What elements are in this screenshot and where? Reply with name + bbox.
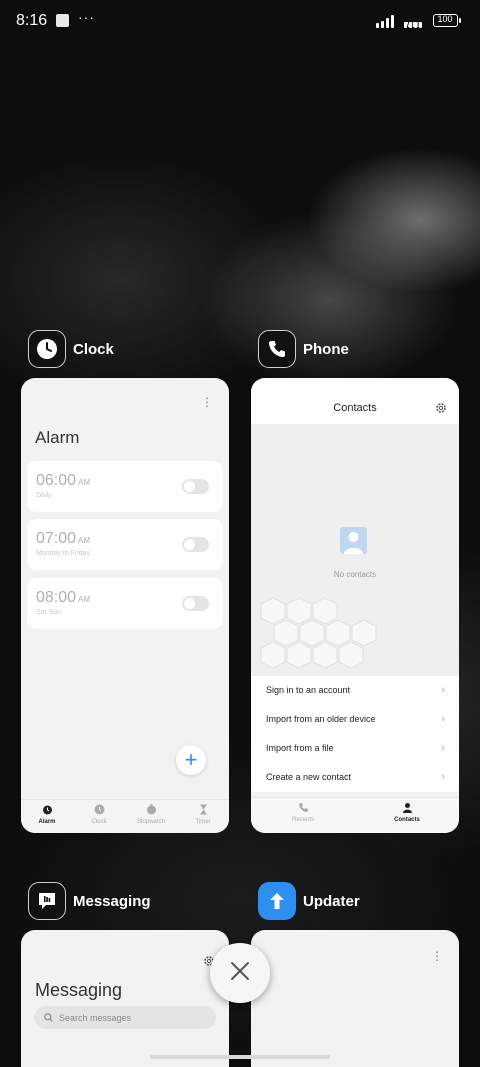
signal-icon xyxy=(376,14,394,28)
chevron-right-icon: › xyxy=(441,684,445,696)
contacts-actions: Sign in to an account › Import from an ol… xyxy=(251,676,459,792)
messaging-card-header[interactable]: Messaging xyxy=(28,882,151,920)
updater-card[interactable]: ⋮ xyxy=(251,930,459,1067)
alarm-repeat: Monday to Friday xyxy=(36,550,91,557)
status-time: 8:16 xyxy=(16,12,48,29)
close-icon xyxy=(230,961,250,986)
phone-bottom-nav: Recents Contacts xyxy=(251,797,459,833)
alarm-toggle[interactable] xyxy=(182,537,209,552)
notification-icon xyxy=(56,14,69,27)
import-file-item[interactable]: Import from a file › xyxy=(251,734,459,763)
more-menu-icon[interactable]: ⋮ xyxy=(201,396,213,408)
chevron-right-icon: › xyxy=(441,742,445,754)
search-placeholder: Search messages xyxy=(59,1012,132,1023)
contacts-header: Contacts xyxy=(251,378,459,424)
messaging-title: Messaging xyxy=(35,980,123,1000)
no-contacts-text: No contacts xyxy=(333,570,377,579)
nav-clock[interactable]: Clock xyxy=(73,800,125,833)
alarm-item[interactable]: 07:00 AM Monday to Friday xyxy=(27,519,223,570)
more-menu-icon[interactable]: ⋮ xyxy=(431,950,443,962)
alarm-toggle[interactable] xyxy=(182,479,209,494)
wifi-label: WIFI xyxy=(404,22,419,29)
battery-level: 100 xyxy=(437,14,453,24)
search-messages-input[interactable]: Search messages xyxy=(34,1006,216,1029)
phone-recents-icon xyxy=(298,802,309,813)
add-alarm-button[interactable]: + xyxy=(176,745,206,775)
updater-app-name: Updater xyxy=(303,892,360,910)
alarm-repeat: Sat Sun xyxy=(36,609,61,616)
alarm-icon xyxy=(42,804,53,815)
phone-card[interactable]: Contacts No contacts Sign in to an accou… xyxy=(251,378,459,833)
alarm-title: Alarm xyxy=(35,428,80,447)
nav-recents[interactable]: Recents xyxy=(251,798,355,833)
alarm-item[interactable]: 08:00 AM Sat Sun xyxy=(27,578,223,629)
alarm-toggle[interactable] xyxy=(182,596,209,611)
chevron-right-icon: › xyxy=(441,771,445,783)
alarm-time: 08:00 AM xyxy=(36,589,91,606)
contacts-title: Contacts xyxy=(333,402,377,414)
alarm-time: 06:00 AM xyxy=(36,472,91,489)
updater-card-header[interactable]: Updater xyxy=(258,882,360,920)
create-contact-item[interactable]: Create a new contact › xyxy=(251,763,459,792)
search-icon xyxy=(44,1009,53,1027)
person-icon xyxy=(402,802,413,813)
nav-contacts[interactable]: Contacts xyxy=(355,798,459,833)
status-bar: 8:16 ··· WIFI 100 xyxy=(0,0,480,42)
alarm-time: 07:00 AM xyxy=(36,530,91,547)
nav-stopwatch[interactable]: Stopwatch xyxy=(125,800,177,833)
clock-bottom-nav: Alarm Clock Stopwatch Timer xyxy=(21,799,229,833)
contacts-empty-area: No contacts xyxy=(251,424,459,676)
messaging-app-name: Messaging xyxy=(73,892,151,910)
nav-timer[interactable]: Timer xyxy=(177,800,229,833)
more-notifications-icon: ··· xyxy=(78,9,95,25)
hourglass-icon xyxy=(198,804,209,815)
stopwatch-icon xyxy=(146,804,157,815)
clock-app-name: Clock xyxy=(73,340,114,358)
home-indicator[interactable] xyxy=(150,1055,330,1059)
chevron-right-icon: › xyxy=(441,713,445,725)
hexagon-pattern xyxy=(260,597,377,669)
battery-icon: 100 xyxy=(433,14,461,27)
clock-icon xyxy=(28,330,66,368)
alarm-item[interactable]: 06:00 AM Daily xyxy=(27,461,223,512)
clock-card-header[interactable]: Clock xyxy=(28,330,114,368)
messaging-card[interactable]: Messaging Search messages xyxy=(21,930,229,1067)
close-all-button[interactable] xyxy=(210,943,270,1003)
clock-card[interactable]: ⋮ Alarm 06:00 AM Daily 07:00 AM Monday to … xyxy=(21,378,229,833)
alarm-repeat: Daily xyxy=(36,492,52,499)
clock-nav-icon xyxy=(94,804,105,815)
import-older-device-item[interactable]: Import from an older device › xyxy=(251,705,459,734)
settings-gear-icon[interactable] xyxy=(435,401,447,419)
phone-app-name: Phone xyxy=(303,340,349,358)
nav-alarm[interactable]: Alarm xyxy=(21,800,73,833)
phone-icon xyxy=(258,330,296,368)
person-placeholder-icon xyxy=(340,527,367,554)
arrow-up-icon xyxy=(258,882,296,920)
phone-card-header[interactable]: Phone xyxy=(258,330,349,368)
sign-in-account-item[interactable]: Sign in to an account › xyxy=(251,676,459,705)
message-icon xyxy=(28,882,66,920)
